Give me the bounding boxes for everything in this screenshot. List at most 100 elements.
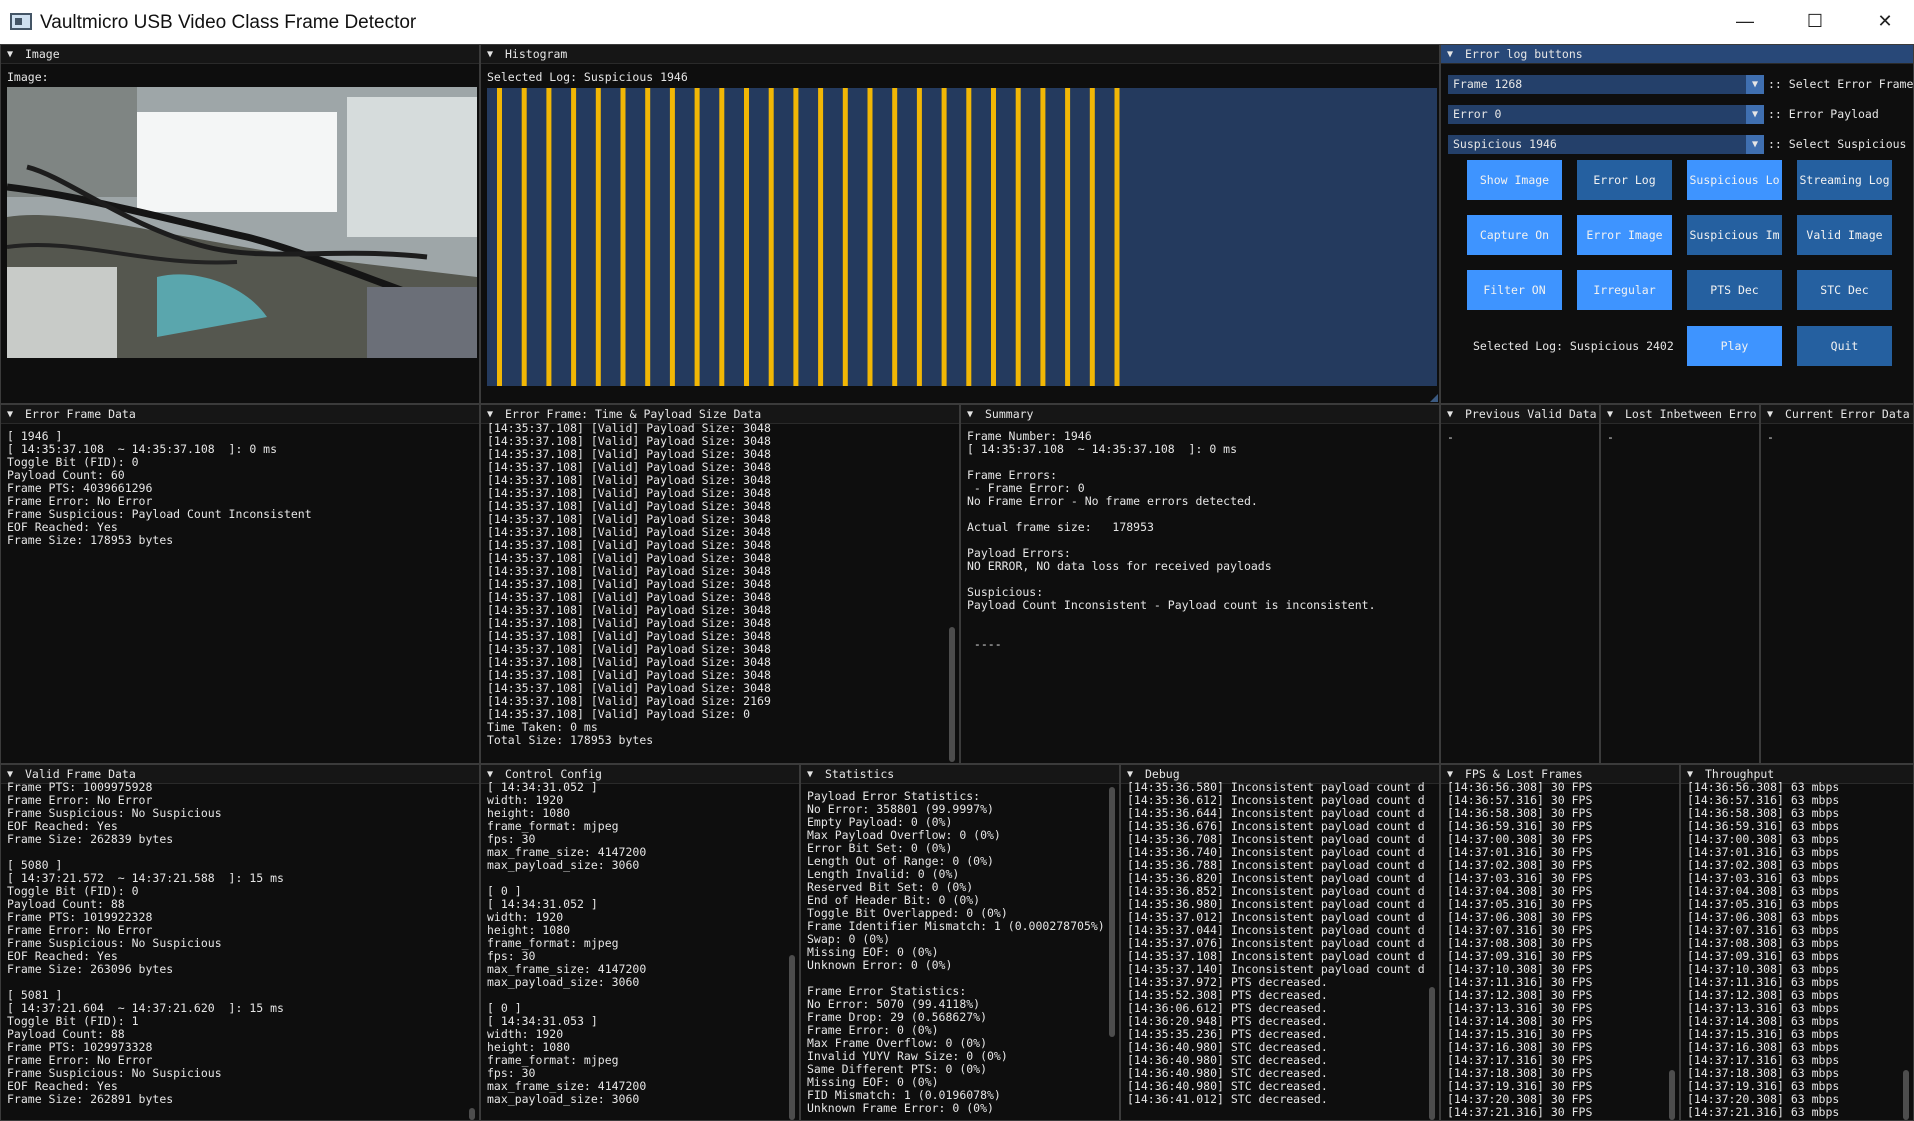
fps-lost-frames-pane: ▼ FPS & Lost Frames [14:36:56.308] 30 FPS… [1440, 764, 1680, 1121]
histogram-bar [719, 88, 725, 386]
select-suspicious-value: Suspicious 1946 [1453, 137, 1557, 151]
error-frame-data-text: [ 1946 ] [ 14:35:37.108 ~ 14:35:37.108 ]… [7, 429, 312, 547]
histogram-bar [1040, 88, 1046, 386]
previous-valid-data-header[interactable]: ▼ Previous Valid Data [1441, 405, 1599, 424]
time-payload-pane: ▼ Error Frame: Time & Payload Size Data [… [480, 404, 960, 764]
histogram-bar [645, 88, 651, 386]
statistics-title: Statistics [825, 767, 895, 781]
collapse-triangle-icon[interactable]: ▼ [1607, 405, 1613, 423]
dropdown-arrow-icon[interactable]: ▼ [1746, 75, 1764, 94]
error-frame-data-header[interactable]: ▼ Error Frame Data [1, 405, 479, 424]
error-payload-value: Error 0 [1453, 107, 1502, 121]
select-suspicious-combo[interactable]: Suspicious 1946 ▼ [1448, 135, 1764, 154]
histogram-bar [818, 88, 824, 386]
histogram-bar [966, 88, 972, 386]
valid-image-button[interactable]: Valid Image [1797, 215, 1892, 255]
select-error-frame-label: :: Select Error Frame [1768, 77, 1914, 91]
histogram-bar [892, 88, 898, 386]
quit-button[interactable]: Quit [1797, 326, 1892, 366]
show-image-button[interactable]: Show Image [1467, 160, 1562, 200]
lost-inbetween-pane: ▼ Lost Inbetween Erro - [1600, 404, 1760, 764]
valid-frame-data-text: Frame PTS: 1009975928 Frame Error: No Er… [7, 781, 284, 1106]
scrollbar[interactable] [789, 955, 795, 1120]
debug-pane: ▼ Debug [14:35:36.580] Inconsistent paylo… [1120, 764, 1440, 1121]
filter-on-button[interactable]: Filter ON [1467, 270, 1562, 310]
histogram-bar [1114, 88, 1120, 386]
scrollbar[interactable] [1669, 1070, 1675, 1120]
histogram-bar [1065, 88, 1071, 386]
current-error-data-pane: ▼ Current Error Data - [1760, 404, 1914, 764]
histogram-bar [867, 88, 873, 386]
throughput-title: Throughput [1705, 767, 1775, 781]
image-pane-title: Image [25, 47, 60, 61]
maximize-button[interactable]: ☐ [1780, 0, 1850, 44]
minimize-button[interactable]: — [1710, 0, 1780, 44]
scrollbar[interactable] [1903, 1070, 1909, 1120]
control-config-pane: ▼ Control Config [ 14:34:31.052 ] width: … [480, 764, 800, 1121]
statistics-header[interactable]: ▼ Statistics [801, 765, 1119, 784]
scrollbar[interactable] [1109, 787, 1115, 1037]
throughput-pane: ▼ Throughput [14:36:56.308] 63 mbps [14:3… [1680, 764, 1914, 1121]
histogram-pane-header[interactable]: ▼ Histogram [481, 45, 1439, 64]
error-log-button[interactable]: Error Log [1577, 160, 1672, 200]
histogram-bar [497, 88, 502, 386]
select-error-frame-combo[interactable]: Frame 1268 ▼ [1448, 75, 1764, 94]
scrollbar[interactable] [1429, 987, 1435, 1120]
scrollbar[interactable] [469, 1108, 475, 1120]
irregular-button[interactable]: Irregular [1577, 270, 1672, 310]
collapse-triangle-icon[interactable]: ▼ [1447, 405, 1453, 423]
collapse-triangle-icon[interactable]: ▼ [1767, 405, 1773, 423]
capture-on-button[interactable]: Capture On [1467, 215, 1562, 255]
current-error-data-header[interactable]: ▼ Current Error Data [1761, 405, 1913, 424]
histogram-bar [916, 88, 922, 386]
suspicious-image-button[interactable]: Suspicious Im [1687, 215, 1782, 255]
error-image-button[interactable]: Error Image [1577, 215, 1672, 255]
histogram-title: Histogram [505, 47, 568, 61]
fps-lost-frames-title: FPS & Lost Frames [1465, 767, 1583, 781]
time-payload-text: [14:35:37.108] [Valid] Payload Size: 304… [487, 422, 771, 747]
streaming-log-button[interactable]: Streaming Log [1797, 160, 1892, 200]
lost-inbetween-header[interactable]: ▼ Lost Inbetween Erro [1601, 405, 1759, 424]
stc-dec-button[interactable]: STC Dec [1797, 270, 1892, 310]
lost-inbetween-title: Lost Inbetween Erro [1625, 407, 1757, 421]
app-icon [10, 13, 32, 30]
previous-valid-data-text: - [1447, 430, 1454, 444]
summary-pane: ▼ Summary Frame Number: 1946 [ 14:35:37.1… [960, 404, 1440, 764]
time-payload-title: Error Frame: Time & Payload Size Data [505, 407, 762, 421]
histogram-bar [694, 88, 700, 386]
collapse-triangle-icon[interactable]: ▼ [807, 765, 813, 783]
suspicious-log-button[interactable]: Suspicious Lo [1687, 160, 1782, 200]
valid-frame-data-title: Valid Frame Data [25, 767, 136, 781]
image-pane-header[interactable]: ▼ Image [1, 45, 479, 64]
error-payload-label: :: Error Payload [1768, 107, 1879, 121]
histogram-bar [768, 88, 774, 386]
play-button[interactable]: Play [1687, 326, 1782, 366]
error-log-buttons-pane: ▼ Error log buttons Frame 1268 ▼ :: Select… [1440, 44, 1914, 404]
error-log-buttons-header[interactable]: ▼ Error log buttons [1441, 45, 1913, 64]
histogram-bar [744, 88, 749, 386]
collapse-triangle-icon[interactable]: ▼ [7, 405, 13, 423]
current-error-data-title: Current Error Data [1785, 407, 1910, 421]
scrollbar[interactable] [949, 627, 955, 762]
previous-valid-data-title: Previous Valid Data [1465, 407, 1597, 421]
error-frame-data-title: Error Frame Data [25, 407, 136, 421]
collapse-triangle-icon[interactable]: ▼ [967, 405, 973, 423]
dropdown-arrow-icon[interactable]: ▼ [1746, 105, 1764, 124]
collapse-triangle-icon[interactable]: ▼ [1447, 45, 1453, 63]
valid-frame-data-pane: ▼ Valid Frame Data Frame PTS: 1009975928 … [0, 764, 480, 1121]
statistics-text: Payload Error Statistics: No Error: 3588… [807, 789, 1105, 1115]
control-config-title: Control Config [505, 767, 602, 781]
collapse-triangle-icon[interactable]: ▼ [487, 45, 493, 63]
image-label: Image: [7, 70, 49, 84]
select-error-frame-value: Frame 1268 [1453, 77, 1523, 91]
statistics-pane: ▼ Statistics Payload Error Statistics: No… [800, 764, 1120, 1121]
collapse-triangle-icon[interactable]: ▼ [7, 45, 13, 63]
dropdown-arrow-icon[interactable]: ▼ [1746, 135, 1764, 154]
resize-grip[interactable] [1430, 394, 1438, 402]
close-button[interactable]: ✕ [1850, 0, 1914, 44]
error-payload-combo[interactable]: Error 0 ▼ [1448, 105, 1764, 124]
control-config-text: [ 14:34:31.052 ] width: 1920 height: 108… [487, 781, 647, 1106]
pts-dec-button[interactable]: PTS Dec [1687, 270, 1782, 310]
summary-header[interactable]: ▼ Summary [961, 405, 1439, 424]
histogram-bar [521, 88, 527, 386]
